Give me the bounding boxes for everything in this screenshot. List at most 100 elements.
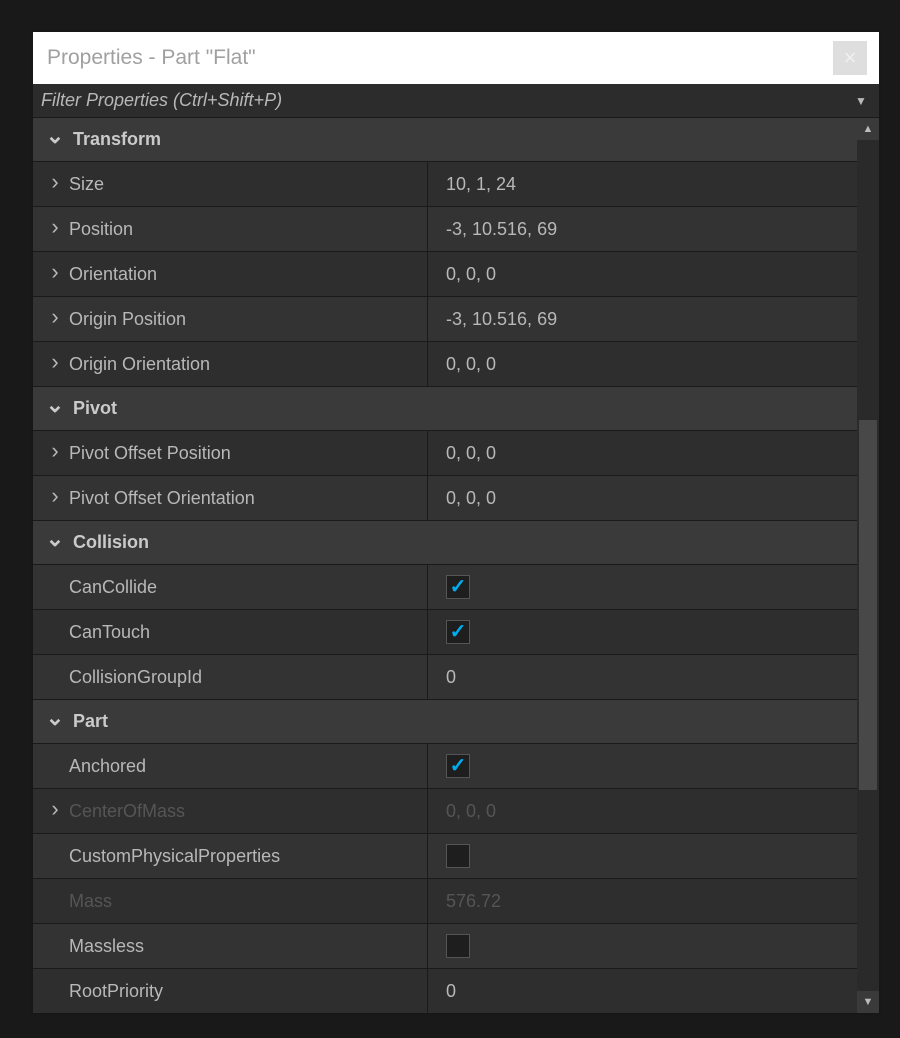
checkbox-cantouch[interactable] [446,620,470,644]
close-icon: × [844,45,857,71]
property-label: Origin Position [69,309,186,330]
filter-bar: ▼ [33,84,879,118]
chevron-down-icon: ▼ [863,996,874,1008]
property-value: 576.72 [446,891,501,912]
property-label: CenterOfMass [69,801,185,822]
property-value-cell[interactable] [428,744,857,788]
property-row-pivot_offset_orientation[interactable]: ›Pivot Offset Orientation 0, 0, 0 [33,476,857,521]
properties-panel: Properties - Part "Flat" × ▼ ⌄Transform›… [31,30,881,1015]
scroll-thumb[interactable] [859,420,877,790]
section-label: Part [73,711,108,732]
chevron-down-icon[interactable]: ⌄ [41,705,69,731]
property-label: Anchored [69,756,146,777]
property-value-cell[interactable]: 0, 0, 0 [428,431,857,475]
property-label: Pivot Offset Position [69,443,231,464]
checkbox-customphysical[interactable] [446,844,470,868]
property-value-cell: 0, 0, 0 [428,789,857,833]
property-row-position[interactable]: ›Position -3, 10.516, 69 [33,207,857,252]
property-row-cancollide[interactable]: CanCollide [33,565,857,610]
property-value-cell[interactable] [428,834,857,878]
filter-dropdown-button[interactable]: ▼ [849,94,873,108]
property-row-cantouch[interactable]: CanTouch [33,610,857,655]
property-row-origin_orientation[interactable]: ›Origin Orientation 0, 0, 0 [33,342,857,387]
section-label: Transform [73,129,161,150]
property-row-mass[interactable]: Mass 576.72 [33,879,857,924]
property-label: Pivot Offset Orientation [69,488,255,509]
property-label: Mass [69,891,112,912]
property-label: Position [69,219,133,240]
property-value-cell: 576.72 [428,879,857,923]
scroll-down-button[interactable]: ▼ [857,991,879,1013]
property-value-cell[interactable] [428,565,857,609]
property-value-cell[interactable]: 0 [428,969,857,1013]
panel-header: Properties - Part "Flat" × [33,32,879,84]
property-label: CanTouch [69,622,150,643]
property-row-anchored[interactable]: Anchored [33,744,857,789]
checkbox-cancollide[interactable] [446,575,470,599]
property-value: -3, 10.516, 69 [446,309,557,330]
section-label: Collision [73,532,149,553]
section-label: Pivot [73,398,117,419]
property-label: RootPriority [69,981,163,1002]
chevron-down-icon: ▼ [855,94,867,108]
property-label: Massless [69,936,144,957]
chevron-right-icon[interactable]: › [41,349,69,375]
panel-title: Properties - Part "Flat" [47,46,833,70]
section-pivot[interactable]: ⌄Pivot [33,387,857,431]
property-value-cell[interactable]: 10, 1, 24 [428,162,857,206]
property-row-rootpriority[interactable]: RootPriority 0 [33,969,857,1013]
property-value: 0, 0, 0 [446,801,496,822]
vertical-scrollbar: ▲ ▼ [857,118,879,1013]
property-value-cell[interactable]: 0, 0, 0 [428,252,857,296]
property-row-size[interactable]: ›Size 10, 1, 24 [33,162,857,207]
property-value: -3, 10.516, 69 [446,219,557,240]
property-row-origin_position[interactable]: ›Origin Position -3, 10.516, 69 [33,297,857,342]
chevron-right-icon[interactable]: › [41,259,69,285]
property-value: 0 [446,981,456,1002]
property-value-cell[interactable]: 0, 0, 0 [428,342,857,386]
property-value: 0 [446,667,456,688]
property-label: Origin Orientation [69,354,210,375]
property-value-cell[interactable]: -3, 10.516, 69 [428,297,857,341]
property-value-cell[interactable] [428,610,857,654]
chevron-up-icon: ▲ [863,123,874,135]
chevron-down-icon[interactable]: ⌄ [41,123,69,149]
chevron-right-icon[interactable]: › [41,169,69,195]
properties-grid: ⌄Transform›Size10, 1, 24›Position-3, 10.… [33,118,879,1013]
scroll-up-button[interactable]: ▲ [857,118,879,140]
chevron-right-icon[interactable]: › [41,214,69,240]
property-value: 10, 1, 24 [446,174,516,195]
property-row-customphysical[interactable]: CustomPhysicalProperties [33,834,857,879]
property-label: CustomPhysicalProperties [69,846,280,867]
property-value-cell[interactable]: 0, 0, 0 [428,476,857,520]
property-row-massless[interactable]: Massless [33,924,857,969]
property-value: 0, 0, 0 [446,488,496,509]
close-button[interactable]: × [833,41,867,75]
chevron-down-icon[interactable]: ⌄ [41,526,69,552]
property-label: CanCollide [69,577,157,598]
checkbox-anchored[interactable] [446,754,470,778]
section-transform[interactable]: ⌄Transform [33,118,857,162]
chevron-right-icon[interactable]: › [41,796,69,822]
chevron-right-icon[interactable]: › [41,438,69,464]
checkbox-massless[interactable] [446,934,470,958]
section-part[interactable]: ⌄Part [33,700,857,744]
property-value-cell[interactable]: -3, 10.516, 69 [428,207,857,251]
property-row-orientation[interactable]: ›Orientation 0, 0, 0 [33,252,857,297]
property-row-collisiongroupid[interactable]: CollisionGroupId 0 [33,655,857,700]
property-value: 0, 0, 0 [446,354,496,375]
section-collision[interactable]: ⌄Collision [33,521,857,565]
property-label: Size [69,174,104,195]
property-row-pivot_offset_position[interactable]: ›Pivot Offset Position 0, 0, 0 [33,431,857,476]
chevron-right-icon[interactable]: › [41,304,69,330]
filter-input[interactable] [39,89,849,112]
property-value-cell[interactable] [428,924,857,968]
property-label: Orientation [69,264,157,285]
property-label: CollisionGroupId [69,667,202,688]
chevron-down-icon[interactable]: ⌄ [41,392,69,418]
property-value-cell[interactable]: 0 [428,655,857,699]
property-row-centerofmass[interactable]: ›CenterOfMass 0, 0, 0 [33,789,857,834]
property-value: 0, 0, 0 [446,264,496,285]
chevron-right-icon[interactable]: › [41,483,69,509]
property-value: 0, 0, 0 [446,443,496,464]
